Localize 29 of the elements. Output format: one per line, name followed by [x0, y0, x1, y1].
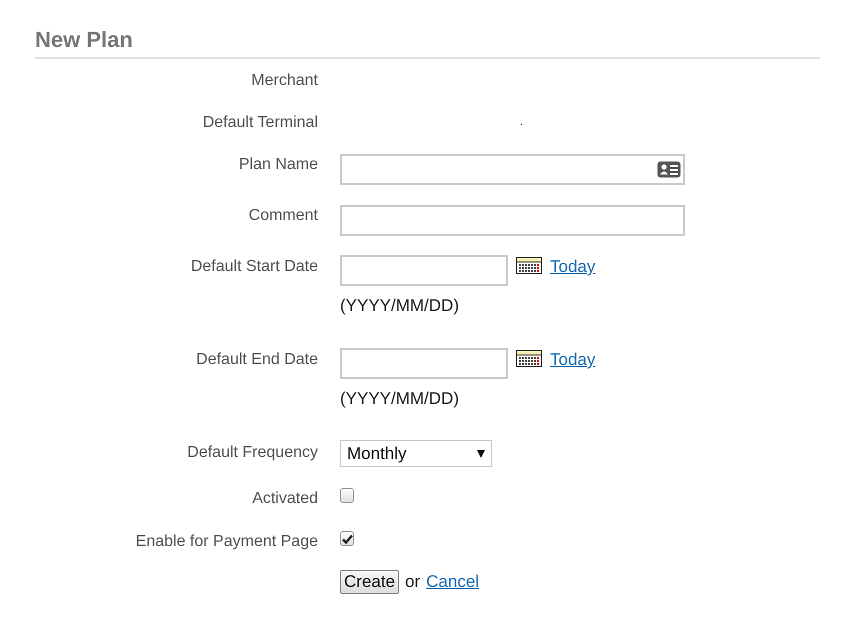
checkbox[interactable] [340, 531, 354, 546]
field-label: Plan Name [238, 155, 318, 175]
field-value: . [520, 116, 523, 130]
contact-card-icon [657, 161, 681, 178]
today-link[interactable]: Today [550, 255, 596, 279]
date-input[interactable] [340, 255, 508, 286]
create-button[interactable]: Create [340, 570, 400, 594]
checkbox[interactable] [340, 488, 354, 503]
cancel-link[interactable]: Cancel [426, 572, 480, 592]
or-text: or [405, 572, 420, 592]
check-icon [342, 534, 352, 544]
date-format-hint: (YYYY/MM/DD) [340, 389, 459, 409]
field-label: Enable for Payment Page [136, 532, 318, 552]
calendar-icon[interactable] [516, 257, 542, 274]
page-title: New Plan [35, 0, 820, 59]
field-label: Default End Date [196, 350, 318, 370]
field-label: Comment [248, 206, 318, 226]
frequency-dropdown[interactable]: Monthly [340, 440, 492, 467]
today-link[interactable]: Today [550, 348, 596, 372]
field-label: Default Start Date [190, 257, 318, 277]
calendar-icon[interactable] [516, 350, 542, 367]
field-label: Merchant [251, 71, 318, 91]
text-input[interactable] [340, 154, 685, 185]
field-label: Default Terminal [202, 113, 318, 133]
field-label: Activated [252, 489, 318, 509]
date-format-hint: (YYYY/MM/DD) [340, 296, 459, 316]
date-input[interactable] [340, 348, 508, 379]
field-label: Default Frequency [187, 443, 318, 463]
text-input[interactable] [340, 205, 685, 236]
